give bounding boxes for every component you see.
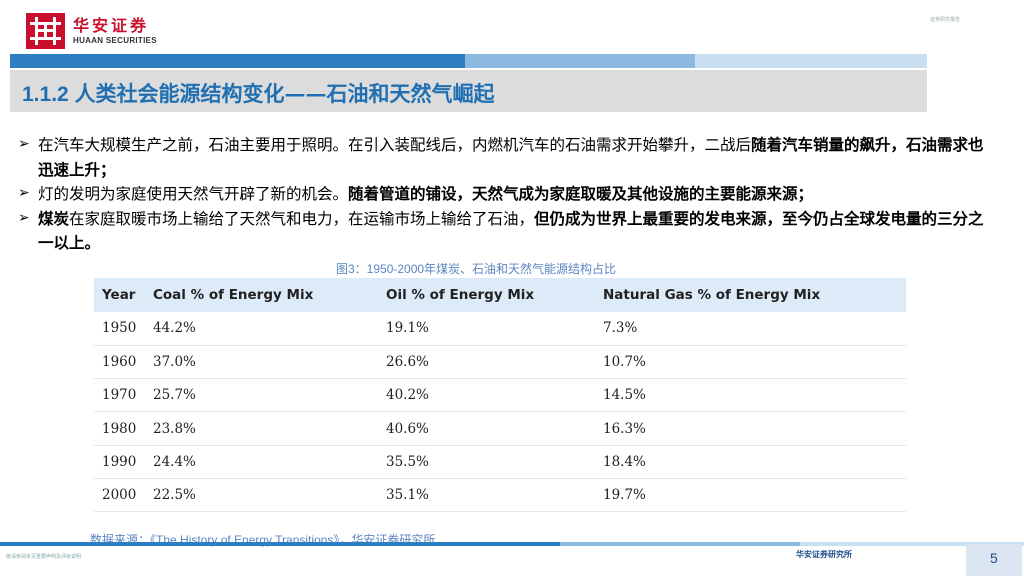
header-coal: Coal % of Energy Mix [153,287,314,303]
cell-year: 1960 [94,345,145,380]
cell-coal: 37.0% [145,345,378,380]
arrow-bullet-icon: ➢ [18,185,30,201]
arrow-bullet-icon: ➢ [18,209,30,226]
cell-year: 1980 [94,411,145,446]
footer-disclaimer: 敬请参阅末页重要声明及评级说明 [6,554,82,560]
page-number: 5 [990,550,998,566]
section-title: 1.1.2 人类社会能源结构变化——石油和天然气崛起 [22,78,495,108]
bullet-text: 灯的发明为家庭使用天然气开辟了新的机会。 [38,185,349,203]
bullet-item: ➢ 在汽车大规模生产之前，石油主要用于照明。在引入装配线后，内燃机汽车的石油需求… [18,133,998,182]
cell-year: 2000 [94,478,145,513]
header-gas: Natural Gas % of Energy Mix [603,287,821,303]
header-year: Year [102,287,136,303]
bullet-text: 在家庭取暖市场上输给了天然气和电力，在运输市场上输给了石油， [69,209,535,228]
cell-oil: 19.1% [378,312,595,346]
bullet-text: 在汽车大规模生产之前，石油主要用于照明。在引入装配线后，内燃机汽车的石油需求开始… [38,136,752,154]
huaan-logo-icon [26,13,65,49]
bullet-bold-text: 随着管道的铺设，天然气成为家庭取暖及其他设施的主要能源来源； [348,184,814,203]
cell-coal: 25.7% [145,378,378,413]
cell-oil: 26.6% [378,345,595,380]
section-number: 1.1.2 [22,83,69,106]
title-band-mid [465,54,695,68]
table-row: 1980 23.8% 40.6% 16.3% [94,411,906,446]
header-oil: Oil % of Energy Mix [386,287,535,303]
report-type-label: 证券研究报告 [930,17,961,23]
cell-coal: 24.4% [145,445,378,479]
table-row: 1950 44.2% 19.1% 7.3% [94,312,906,346]
footer-institute: 华安证券研究所 [796,549,852,559]
cell-gas: 10.7% [595,345,906,380]
bullet-item: ➢ 煤炭在家庭取暖市场上输给了天然气和电力，在运输市场上输给了石油，但仍成为世界… [18,207,998,256]
cell-gas: 19.7% [595,478,906,513]
footer-bar-mid [560,542,800,546]
logo-english-name: HUAAN SECURITIES [73,36,157,45]
cell-gas: 16.3% [595,411,906,446]
cell-coal: 44.2% [145,312,378,346]
cell-year: 1970 [94,378,145,413]
bullet-list: ➢ 在汽车大规模生产之前，石油主要用于照明。在引入装配线后，内燃机汽车的石油需求… [18,133,998,256]
cell-year: 1950 [94,312,145,346]
bullet-item: ➢ 灯的发明为家庭使用天然气开辟了新的机会。随着管道的铺设，天然气成为家庭取暖及… [18,182,998,207]
footer-bar-dark [0,542,560,546]
cell-gas: 14.5% [595,378,906,413]
table-row: 1960 37.0% 26.6% 10.7% [94,345,906,380]
cell-oil: 35.5% [378,445,595,479]
cell-oil: 40.2% [378,378,595,413]
logo-chinese-name: 华安证券 [73,16,150,35]
arrow-bullet-icon: ➢ [18,136,30,152]
bullet-bold-text: 煤炭 [38,208,70,228]
energy-mix-table: Year Coal % of Energy Mix Oil % of Energ… [94,278,906,513]
cell-oil: 35.1% [378,478,595,513]
title-band-light [695,54,927,68]
cell-coal: 23.8% [145,411,378,446]
brand-logo: 华安证券 HUAAN SECURITIES [26,13,157,49]
table-row: 2000 22.5% 35.1% 19.7% [94,478,906,513]
cell-gas: 7.3% [595,312,906,346]
figure-caption: 图3：1950-2000年煤炭、石油和天然气能源结构占比 [336,262,617,276]
table-row: 1970 25.7% 40.2% 14.5% [94,378,906,413]
cell-year: 1990 [94,445,145,479]
title-band-dark [10,54,465,68]
cell-gas: 18.4% [595,445,906,479]
table-header-row: Year Coal % of Energy Mix Oil % of Energ… [94,278,906,312]
cell-coal: 22.5% [145,478,378,513]
section-title-text: 人类社会能源结构变化——石油和天然气崛起 [74,81,495,106]
cell-oil: 40.6% [378,411,595,446]
table-row: 1990 24.4% 35.5% 18.4% [94,445,906,479]
